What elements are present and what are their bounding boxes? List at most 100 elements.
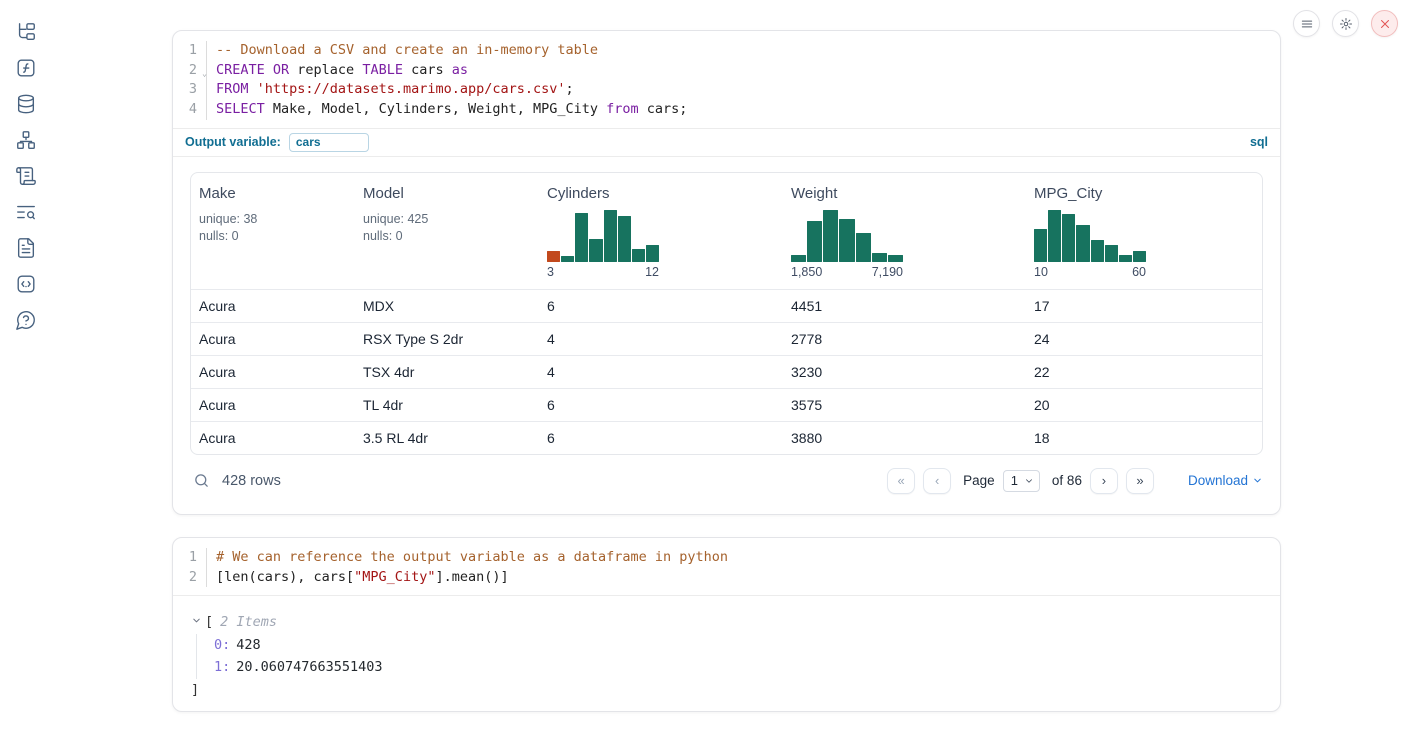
histogram-bar — [1034, 229, 1047, 262]
database-icon[interactable] — [15, 92, 38, 115]
download-button[interactable]: Download — [1188, 473, 1263, 488]
tree-item-key: 0: — [214, 637, 230, 653]
code-snippets-icon[interactable] — [15, 272, 38, 295]
table-row[interactable]: AcuraTSX 4dr4323022 — [191, 355, 1262, 388]
sidebar — [8, 20, 44, 331]
line-number: 2 — [173, 568, 197, 588]
document-icon[interactable] — [15, 236, 38, 259]
table-cell: 4 — [539, 364, 783, 380]
items-count: 2 Items — [220, 611, 277, 634]
chevron-down-icon — [1252, 475, 1263, 486]
column-header-weight[interactable]: Weight 1,850 7,190 — [783, 173, 1026, 289]
table-cell: 3230 — [783, 364, 1026, 380]
table-row[interactable]: AcuraRSX Type S 2dr4277824 — [191, 322, 1262, 355]
tree-output: [ 2 Items 0:4281:20.060747663551403 ] — [173, 596, 1280, 716]
table-cell: Acura — [191, 364, 355, 380]
column-header-cylinders[interactable]: Cylinders 3 12 — [539, 173, 783, 289]
mpg-city-histogram[interactable]: 10 60 — [1034, 210, 1146, 279]
menu-button[interactable] — [1293, 10, 1320, 37]
column-header-model[interactable]: Model unique: 425 nulls: 0 — [355, 173, 539, 289]
line-number: 2⌄ — [173, 61, 197, 81]
histogram-bar — [1091, 240, 1104, 262]
table-cell: 17 — [1026, 298, 1263, 314]
output-variable-label: Output variable: — [185, 135, 281, 149]
fold-chevron-icon[interactable]: ⌄ — [202, 64, 207, 84]
settings-gear-icon — [1339, 17, 1353, 31]
python-code[interactable]: # We can reference the output variable a… — [207, 548, 728, 587]
table-cell: 2778 — [783, 331, 1026, 347]
last-page-button[interactable]: » — [1126, 468, 1154, 494]
next-page-button[interactable]: › — [1090, 468, 1118, 494]
scroll-script-icon[interactable] — [15, 164, 38, 187]
shutdown-button[interactable] — [1371, 10, 1398, 37]
tree-item: 0: 428 — [214, 634, 1262, 657]
table-cell: 6 — [539, 298, 783, 314]
output-variable-row: Output variable: sql — [173, 128, 1280, 157]
table-cell: MDX — [355, 298, 539, 314]
table-row[interactable]: AcuraTL 4dr6357520 — [191, 388, 1262, 421]
histogram-bar — [823, 210, 838, 262]
help-circle-icon[interactable] — [15, 308, 38, 331]
column-stats: unique: 425 nulls: 0 — [363, 211, 531, 245]
histogram-bar — [547, 251, 560, 262]
python-editor[interactable]: 12 # We can reference the output variabl… — [173, 538, 1280, 596]
chevron-down-icon — [191, 615, 202, 626]
table-cell: 20 — [1026, 397, 1263, 413]
histogram-bar — [561, 256, 574, 262]
histogram-bar — [575, 213, 588, 262]
line-number: 4 — [173, 100, 197, 120]
column-header-mpg-city[interactable]: MPG_City 10 60 — [1026, 173, 1263, 289]
file-tree-icon[interactable] — [15, 20, 38, 43]
output-variable-input[interactable] — [289, 133, 369, 152]
table-cell: 3.5 RL 4dr — [355, 430, 539, 446]
line-number-gutter: 12⌄34 — [173, 41, 207, 120]
search-icon — [193, 472, 210, 489]
table-cell: Acura — [191, 397, 355, 413]
sql-editor[interactable]: 12⌄34 -- Download a CSV and create an in… — [173, 31, 1280, 128]
function-square-icon[interactable] — [15, 56, 38, 79]
menu-icon — [1300, 17, 1314, 31]
histogram-bar — [618, 216, 631, 262]
table-cell: 6 — [539, 430, 783, 446]
page-label: Page — [963, 473, 995, 488]
settings-button[interactable] — [1332, 10, 1359, 37]
table-cell: 22 — [1026, 364, 1263, 380]
dataframe-output: Make unique: 38 nulls: 0 Model unique: 4… — [173, 157, 1280, 506]
cylinders-histogram[interactable]: 3 12 — [547, 210, 659, 279]
chevron-down-icon — [1024, 476, 1034, 486]
table-cell: Acura — [191, 430, 355, 446]
table-cell: 3575 — [783, 397, 1026, 413]
histogram-bar — [807, 221, 822, 262]
python-cell: 12 # We can reference the output variabl… — [172, 537, 1281, 712]
table-row[interactable]: AcuraMDX6445117 — [191, 289, 1262, 322]
row-count: 428 rows — [222, 473, 281, 489]
code-line: # We can reference the output variable a… — [216, 548, 728, 568]
code-line: FROM 'https://datasets.marimo.app/cars.c… — [216, 80, 687, 100]
column-header-make[interactable]: Make unique: 38 nulls: 0 — [191, 173, 355, 289]
histogram-bar — [604, 210, 617, 262]
table-cell: TSX 4dr — [355, 364, 539, 380]
text-search-icon[interactable] — [15, 200, 38, 223]
page-total-label: of 86 — [1052, 473, 1082, 488]
first-page-button[interactable]: « — [887, 468, 915, 494]
table-cell: Acura — [191, 331, 355, 347]
histogram-bar — [1076, 225, 1089, 262]
table-cell: 3880 — [783, 430, 1026, 446]
topbar-actions — [1293, 10, 1398, 37]
previous-page-button[interactable]: ‹ — [923, 468, 951, 494]
weight-histogram[interactable]: 1,850 7,190 — [791, 210, 903, 279]
language-badge[interactable]: sql — [1250, 135, 1268, 149]
sql-code[interactable]: -- Download a CSV and create an in-memor… — [207, 41, 687, 120]
table-row[interactable]: Acura3.5 RL 4dr6388018 — [191, 421, 1262, 454]
tree-collapse-toggle[interactable] — [191, 611, 205, 634]
histogram-bar — [1048, 210, 1061, 262]
histogram-bar — [646, 245, 659, 262]
line-number: 1 — [173, 548, 197, 568]
table-cell: Acura — [191, 298, 355, 314]
tree-item-value: 428 — [236, 637, 260, 653]
dependency-graph-icon[interactable] — [15, 128, 38, 151]
page-select[interactable]: 1 — [1003, 470, 1040, 492]
histogram-bar — [1133, 251, 1146, 262]
search-button[interactable] — [190, 470, 212, 492]
table-cell: 6 — [539, 397, 783, 413]
